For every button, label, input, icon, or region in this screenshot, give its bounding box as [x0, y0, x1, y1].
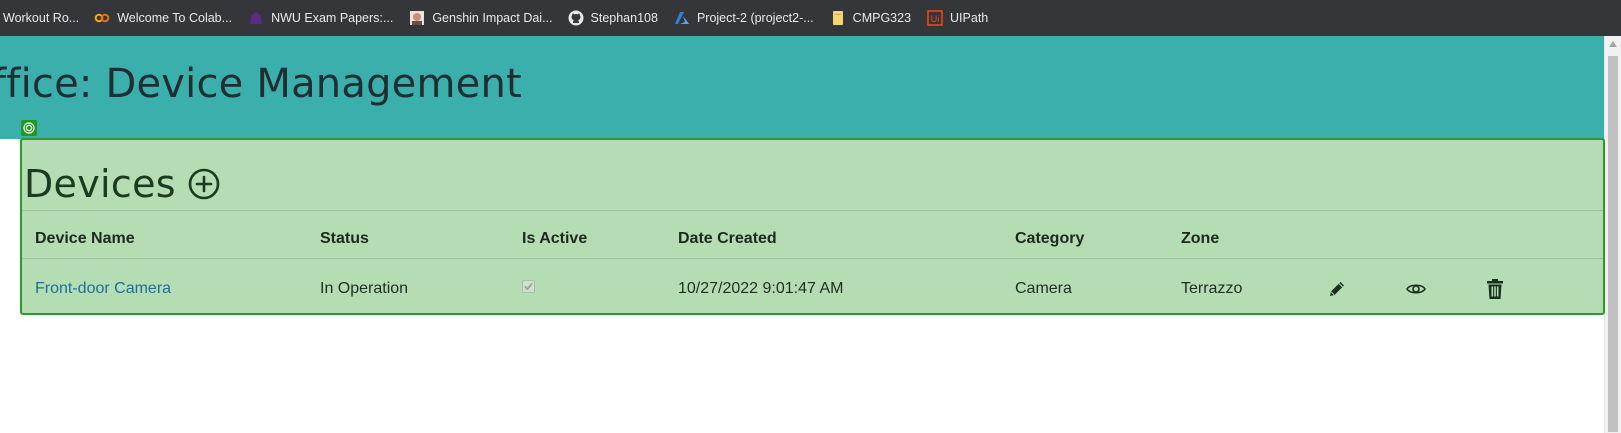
bookmark-azure[interactable]: Project-2 (project2-...	[674, 0, 814, 36]
target-glyph	[23, 122, 35, 134]
target-icon[interactable]	[21, 120, 37, 136]
scrollbar-thumb[interactable]	[1608, 56, 1618, 432]
eye-icon	[1406, 284, 1426, 294]
delete-device-button[interactable]	[1484, 278, 1506, 300]
bookmark-genshin[interactable]: Genshin Impact Dai...	[409, 0, 553, 36]
column-header-zone: Zone	[1181, 230, 1220, 247]
is-active-checkbox[interactable]	[522, 280, 535, 293]
column-header-category: Category	[1015, 230, 1085, 247]
bookmark-github[interactable]: Stephan108	[568, 0, 658, 36]
github-icon	[568, 10, 584, 26]
vertical-scrollbar[interactable]	[1604, 36, 1621, 433]
plus-circle-icon	[188, 168, 220, 200]
bookmark-label: Genshin Impact Dai...	[432, 11, 553, 25]
header-divider	[22, 210, 1603, 211]
view-device-button[interactable]	[1405, 278, 1427, 300]
column-header-device-name: Device Name	[35, 230, 135, 247]
bookmark-cmpg323[interactable]: CMPG323	[830, 0, 911, 36]
bookmark-label: Welcome To Colab...	[117, 11, 233, 25]
bookmark-label: CMPG323	[852, 11, 912, 25]
column-header-is-active: Is Active	[522, 230, 588, 247]
page-header: ffice: Device Management	[0, 36, 1604, 139]
bookmark-label: Stephan108	[590, 11, 658, 25]
add-device-button[interactable]	[188, 168, 220, 200]
colab-icon	[94, 10, 110, 26]
devices-title: Devices	[24, 162, 176, 206]
devices-header: Devices	[24, 162, 220, 206]
folder-icon	[830, 10, 846, 26]
bookmark-workout[interactable]: Workout Ro...	[3, 0, 79, 36]
device-date-created: 10/27/2022 9:01:47 AM	[678, 280, 844, 297]
pencil-icon	[1330, 282, 1344, 296]
bookmark-label: Project-2 (project2-...	[696, 11, 814, 25]
device-status: In Operation	[320, 280, 409, 297]
scroll-up-arrow-icon[interactable]	[1609, 41, 1617, 47]
page-title: ffice: Device Management	[0, 61, 522, 107]
genshin-icon	[409, 10, 425, 26]
bookmark-colab[interactable]: Welcome To Colab...	[94, 0, 232, 36]
nwu-icon	[248, 10, 264, 26]
trash-icon	[1487, 279, 1503, 299]
bookmark-label: NWU Exam Papers:...	[271, 11, 394, 25]
svg-text:Ui: Ui	[931, 14, 940, 24]
bookmark-nwu[interactable]: NWU Exam Papers:...	[248, 0, 393, 36]
bookmark-uipath[interactable]: Ui UIPath	[927, 0, 988, 36]
row-divider	[22, 258, 1603, 259]
uipath-icon: Ui	[927, 10, 943, 26]
edit-device-button[interactable]	[1326, 278, 1348, 300]
devices-panel: Devices Device Name Status Is Active Dat…	[20, 138, 1605, 315]
bookmark-label: UIPath	[950, 11, 989, 25]
azure-icon	[674, 10, 690, 26]
device-name-link[interactable]: Front-door Camera	[35, 280, 171, 298]
device-zone: Terrazzo	[1181, 280, 1243, 297]
column-header-date-created: Date Created	[678, 230, 777, 247]
bookmarks-bar: Workout Ro... Welcome To Colab... NWU Ex…	[0, 0, 1621, 36]
checkmark-icon	[524, 282, 533, 291]
bookmark-label: Workout Ro...	[3, 11, 80, 25]
column-header-status: Status	[320, 230, 369, 247]
device-category: Camera	[1015, 280, 1072, 297]
